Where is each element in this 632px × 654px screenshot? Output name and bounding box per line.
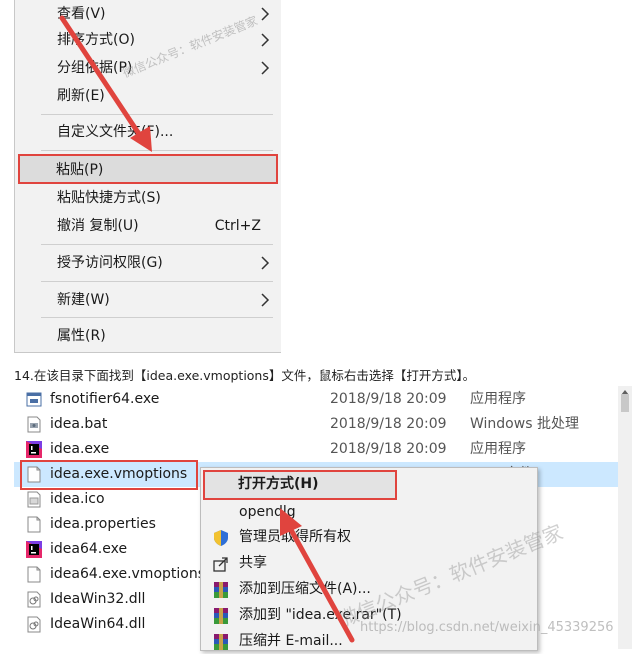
annotation-arrows xyxy=(59,15,355,643)
arrow-to-open-with xyxy=(280,508,355,643)
arrow-to-paste xyxy=(59,15,152,152)
